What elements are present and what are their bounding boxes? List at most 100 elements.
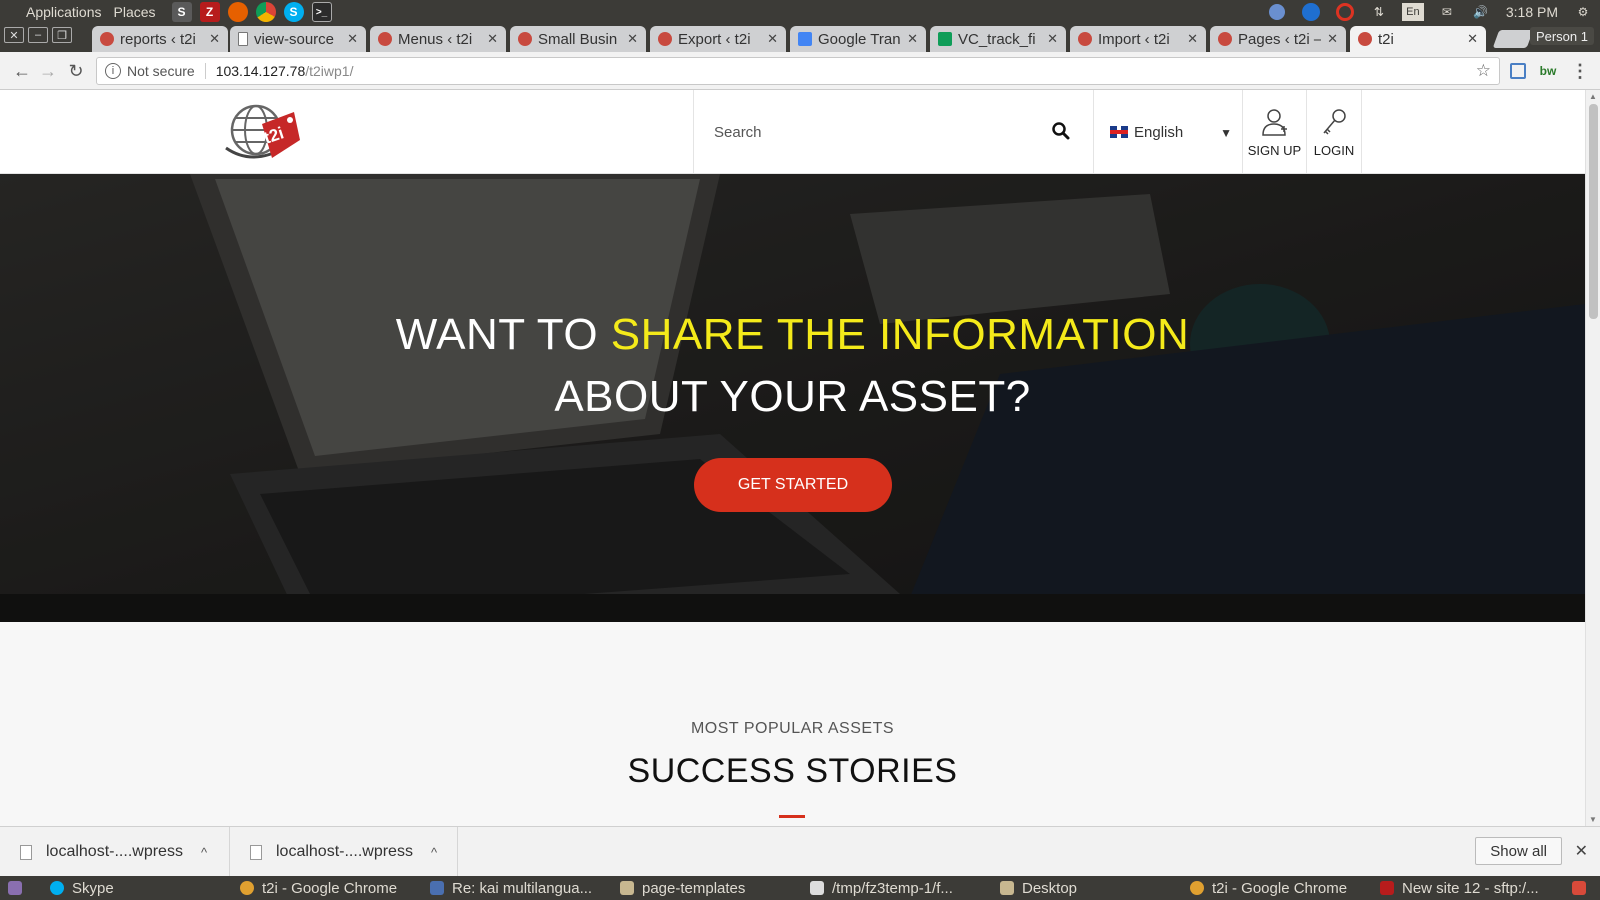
site-info-icon[interactable]: i bbox=[105, 63, 121, 79]
workspace-switcher[interactable] bbox=[1572, 876, 1596, 900]
download-item[interactable]: localhost-....wpress ^ bbox=[230, 827, 458, 877]
scroll-up-arrow-icon[interactable]: ▲ bbox=[1589, 92, 1597, 101]
forward-arrow-icon[interactable]: → bbox=[38, 61, 58, 81]
taskbar-item[interactable]: Re: kai multilangua... bbox=[430, 876, 610, 900]
new-tab-button[interactable] bbox=[1492, 30, 1534, 48]
tab-close-icon[interactable]: ✕ bbox=[1187, 31, 1198, 47]
firefox-launcher-icon[interactable] bbox=[227, 2, 248, 22]
browser-tab[interactable]: Export ‹ t2i ✕ bbox=[650, 26, 786, 52]
browser-tab-strip: ✕ – ❐ reports ‹ t2i ✕ view-source ✕ Menus … bbox=[0, 24, 1600, 52]
places-menu[interactable]: Places bbox=[108, 4, 162, 20]
address-bar[interactable]: i Not secure 103.14.127.78 /t2iwp1/ ☆ bbox=[96, 57, 1500, 85]
show-desktop-icon[interactable] bbox=[8, 876, 28, 900]
taskbar-item[interactable]: page-templates bbox=[620, 876, 800, 900]
browser-tab[interactable]: Small Busin ✕ bbox=[510, 26, 646, 52]
window-minimize-icon[interactable]: – bbox=[28, 27, 48, 43]
site-search-input[interactable] bbox=[714, 123, 1034, 141]
login-button[interactable]: LOGIN bbox=[1306, 90, 1362, 174]
file-icon bbox=[20, 844, 32, 860]
keyboard-layout-indicator[interactable]: En bbox=[1401, 3, 1424, 21]
tab-page-icon bbox=[238, 32, 248, 46]
section-title-underline bbox=[779, 815, 805, 818]
signup-button[interactable]: SIGN UP bbox=[1242, 90, 1306, 174]
bookmark-star-icon[interactable]: ☆ bbox=[1476, 61, 1491, 81]
sync-tray-icon[interactable] bbox=[1334, 3, 1356, 21]
chrome-launcher-icon[interactable] bbox=[255, 2, 276, 22]
browser-tab-active[interactable]: t2i ✕ bbox=[1350, 26, 1486, 52]
taskbar-item[interactable]: /tmp/fz3temp-1/f... bbox=[810, 876, 990, 900]
tab-close-icon[interactable]: ✕ bbox=[487, 31, 498, 47]
scrollbar-thumb[interactable] bbox=[1589, 104, 1598, 319]
tab-google-translate-icon bbox=[798, 32, 812, 46]
extension-bw-icon[interactable]: bw bbox=[1538, 61, 1558, 81]
network-tray-icon[interactable]: ⇅ bbox=[1368, 3, 1390, 21]
browser-tab[interactable]: reports ‹ t2i ✕ bbox=[92, 26, 228, 52]
browser-tab[interactable]: Menus ‹ t2i ✕ bbox=[370, 26, 506, 52]
url-path: /t2iwp1/ bbox=[305, 63, 354, 79]
tab-close-icon[interactable]: ✕ bbox=[767, 31, 778, 47]
window-close-icon[interactable]: ✕ bbox=[4, 27, 24, 43]
browser-tab[interactable]: view-source ✕ bbox=[230, 26, 366, 52]
taskbar-item[interactable]: New site 12 - sftp:/... bbox=[1380, 876, 1560, 900]
clock[interactable]: 3:18 PM bbox=[1498, 4, 1566, 20]
login-label: LOGIN bbox=[1313, 142, 1355, 158]
back-arrow-icon[interactable]: ← bbox=[12, 61, 32, 81]
volume-tray-icon[interactable]: 🔊 bbox=[1470, 3, 1492, 21]
browser-toolbar: ← → ↻ i Not secure 103.14.127.78 /t2iwp1… bbox=[0, 52, 1600, 90]
page-scrollbar[interactable]: ▲ ▼ bbox=[1585, 90, 1600, 826]
filezilla-icon bbox=[1380, 881, 1394, 895]
tab-favicon-icon bbox=[1358, 32, 1372, 46]
browser-tab[interactable]: VC_track_fi ✕ bbox=[930, 26, 1066, 52]
get-started-button[interactable]: GET STARTED bbox=[694, 458, 892, 512]
hero-line1-highlight: SHARE THE INFORMATION bbox=[610, 310, 1190, 359]
tab-sheets-icon bbox=[938, 32, 952, 46]
language-selector[interactable]: English ▼ bbox=[1093, 90, 1242, 174]
web-page: t2i English ▼ SIGN UP bbox=[0, 90, 1585, 826]
mail-tray-icon[interactable]: ✉ bbox=[1436, 3, 1458, 21]
window-controls: ✕ – ❐ bbox=[4, 27, 76, 43]
taskbar-item[interactable]: t2i - Google Chrome bbox=[1190, 876, 1370, 900]
folder-icon bbox=[620, 881, 634, 895]
extension-screenshot-icon[interactable] bbox=[1508, 61, 1528, 81]
tab-close-icon[interactable]: ✕ bbox=[1467, 31, 1478, 47]
browser-menu-icon[interactable]: ⋮ bbox=[1570, 61, 1590, 81]
filezilla-launcher-icon[interactable]: Z bbox=[199, 2, 220, 22]
taskbar-item[interactable]: Desktop bbox=[1000, 876, 1180, 900]
security-indicator[interactable]: Not secure bbox=[127, 63, 206, 79]
taskbar-item[interactable]: t2i - Google Chrome bbox=[240, 876, 420, 900]
tab-close-icon[interactable]: ✕ bbox=[1327, 31, 1338, 47]
profile-button[interactable]: Person 1 bbox=[1529, 27, 1594, 45]
reload-icon[interactable]: ↻ bbox=[66, 61, 86, 81]
tab-close-icon[interactable]: ✕ bbox=[1047, 31, 1058, 47]
tab-favicon-icon bbox=[100, 32, 114, 46]
window-restore-icon[interactable]: ❐ bbox=[52, 27, 72, 43]
terminal-launcher-icon[interactable]: >_ bbox=[311, 2, 332, 22]
site-header: t2i English ▼ SIGN UP bbox=[0, 90, 1585, 174]
browser-tab[interactable]: Pages ‹ t2i – ✕ bbox=[1210, 26, 1346, 52]
globe-tray-icon[interactable] bbox=[1266, 3, 1288, 21]
applications-menu[interactable]: Applications bbox=[20, 4, 108, 20]
tab-close-icon[interactable]: ✕ bbox=[347, 31, 358, 47]
sublime-launcher-icon[interactable]: S bbox=[171, 2, 192, 22]
chevron-up-icon[interactable]: ^ bbox=[431, 845, 437, 860]
language-label: English bbox=[1134, 123, 1184, 141]
close-icon[interactable]: ✕ bbox=[1575, 841, 1588, 861]
scroll-down-arrow-icon[interactable]: ▼ bbox=[1589, 815, 1597, 824]
user-add-icon bbox=[1261, 108, 1287, 136]
taskbar-item[interactable]: Skype bbox=[50, 876, 220, 900]
skype-launcher-icon[interactable]: S bbox=[283, 2, 304, 22]
site-logo[interactable]: t2i bbox=[222, 98, 302, 164]
browser-tab[interactable]: Google Tran ✕ bbox=[790, 26, 926, 52]
download-item[interactable]: localhost-....wpress ^ bbox=[0, 827, 230, 877]
teamviewer-tray-icon[interactable] bbox=[1300, 3, 1322, 21]
tab-close-icon[interactable]: ✕ bbox=[627, 31, 638, 47]
signup-label: SIGN UP bbox=[1247, 142, 1302, 158]
settings-gear-icon[interactable]: ⚙ bbox=[1572, 3, 1594, 21]
tab-close-icon[interactable]: ✕ bbox=[907, 31, 918, 47]
tab-close-icon[interactable]: ✕ bbox=[209, 31, 220, 47]
key-icon bbox=[1323, 108, 1346, 135]
search-icon[interactable] bbox=[1051, 121, 1071, 141]
show-all-downloads-button[interactable]: Show all bbox=[1475, 837, 1562, 865]
chevron-up-icon[interactable]: ^ bbox=[201, 845, 207, 860]
browser-tab[interactable]: Import ‹ t2i ✕ bbox=[1070, 26, 1206, 52]
